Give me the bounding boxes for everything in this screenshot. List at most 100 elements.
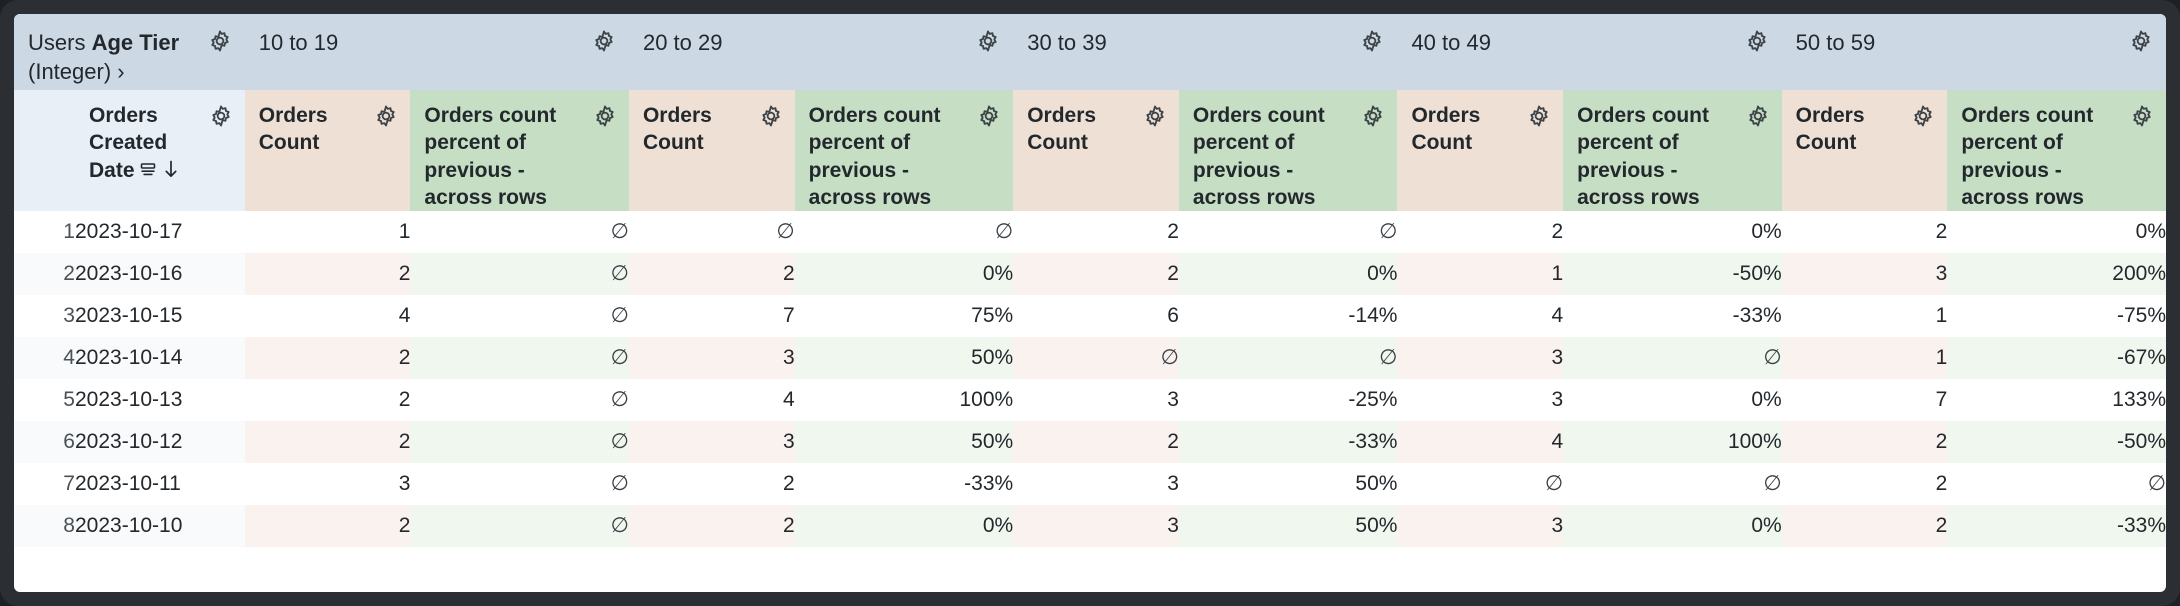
count-cell[interactable]: 2 xyxy=(1782,463,1948,505)
count-cell[interactable]: 2 xyxy=(1782,211,1948,253)
count-cell[interactable]: 2 xyxy=(1782,505,1948,547)
count-cell[interactable]: 2 xyxy=(1013,253,1179,295)
group-header-30-to-39[interactable]: 30 to 39 xyxy=(1013,14,1397,90)
percent-cell[interactable]: -50% xyxy=(1563,253,1782,295)
percent-cell[interactable]: 0% xyxy=(1563,505,1782,547)
percent-cell[interactable]: 50% xyxy=(795,421,1014,463)
percent-cell[interactable]: 0% xyxy=(1947,211,2166,253)
gear-icon[interactable] xyxy=(1526,103,1552,129)
percent-cell[interactable]: ∅ xyxy=(410,379,629,421)
percent-cell[interactable]: ∅ xyxy=(410,211,629,253)
percent-cell[interactable]: ∅ xyxy=(410,253,629,295)
row-date-cell[interactable]: 2023-10-10 xyxy=(75,505,245,547)
gear-icon[interactable] xyxy=(2128,28,2154,54)
measure-header-percent-40-to-49[interactable]: Orders count percent of previous - acros… xyxy=(1563,90,1782,211)
count-cell[interactable]: 2 xyxy=(1782,421,1948,463)
count-cell[interactable]: 6 xyxy=(1013,295,1179,337)
row-date-cell[interactable]: 2023-10-11 xyxy=(75,463,245,505)
count-cell[interactable]: 2 xyxy=(629,253,795,295)
group-header-10-to-19[interactable]: 10 to 19 xyxy=(245,14,629,90)
gear-icon[interactable] xyxy=(373,103,399,129)
gear-icon[interactable] xyxy=(758,103,784,129)
count-cell[interactable]: 3 xyxy=(629,421,795,463)
count-cell[interactable]: 4 xyxy=(629,379,795,421)
count-cell[interactable]: ∅ xyxy=(1013,337,1179,379)
percent-cell[interactable]: -25% xyxy=(1179,379,1398,421)
measure-header-percent-10-to-19[interactable]: Orders count percent of previous - acros… xyxy=(410,90,629,211)
measure-header-orders-count-20-to-29[interactable]: Orders Count xyxy=(629,90,795,211)
count-cell[interactable]: ∅ xyxy=(1397,463,1563,505)
gear-icon[interactable] xyxy=(207,28,233,54)
count-cell[interactable]: 1 xyxy=(1782,295,1948,337)
percent-cell[interactable]: ∅ xyxy=(410,337,629,379)
group-rows-icon[interactable] xyxy=(138,160,158,187)
count-cell[interactable]: 7 xyxy=(1782,379,1948,421)
percent-cell[interactable]: -14% xyxy=(1179,295,1398,337)
percent-cell[interactable]: ∅ xyxy=(1947,463,2166,505)
count-cell[interactable]: 3 xyxy=(1013,379,1179,421)
percent-cell[interactable]: ∅ xyxy=(795,211,1014,253)
count-cell[interactable]: 1 xyxy=(1782,337,1948,379)
percent-cell[interactable]: 100% xyxy=(1563,421,1782,463)
measure-header-orders-count-50-to-59[interactable]: Orders Count xyxy=(1782,90,1948,211)
percent-cell[interactable]: -33% xyxy=(795,463,1014,505)
count-cell[interactable]: 7 xyxy=(629,295,795,337)
count-cell[interactable]: ∅ xyxy=(629,211,795,253)
count-cell[interactable]: 3 xyxy=(1397,337,1563,379)
count-cell[interactable]: 3 xyxy=(1397,505,1563,547)
measure-header-orders-count-40-to-49[interactable]: Orders Count xyxy=(1397,90,1563,211)
percent-cell[interactable]: -33% xyxy=(1947,505,2166,547)
percent-cell[interactable]: -33% xyxy=(1179,421,1398,463)
percent-cell[interactable]: -50% xyxy=(1947,421,2166,463)
group-header-50-to-59[interactable]: 50 to 59 xyxy=(1782,14,2166,90)
percent-cell[interactable]: -75% xyxy=(1947,295,2166,337)
gear-icon[interactable] xyxy=(1745,103,1771,129)
count-cell[interactable]: 3 xyxy=(1013,463,1179,505)
percent-cell[interactable]: 50% xyxy=(1179,463,1398,505)
count-cell[interactable]: 4 xyxy=(1397,295,1563,337)
gear-icon[interactable] xyxy=(1359,28,1385,54)
gear-icon[interactable] xyxy=(2129,103,2155,129)
gear-icon[interactable] xyxy=(1360,103,1386,129)
percent-cell[interactable]: 0% xyxy=(1563,379,1782,421)
gear-icon[interactable] xyxy=(1142,103,1168,129)
count-cell[interactable]: 4 xyxy=(1397,421,1563,463)
group-header-40-to-49[interactable]: 40 to 49 xyxy=(1397,14,1781,90)
chevron-right-icon[interactable]: › xyxy=(117,59,124,84)
percent-cell[interactable]: 0% xyxy=(1563,211,1782,253)
count-cell[interactable]: 2 xyxy=(245,337,411,379)
count-cell[interactable]: 3 xyxy=(1782,253,1948,295)
percent-cell[interactable]: ∅ xyxy=(410,295,629,337)
row-date-cell[interactable]: 2023-10-14 xyxy=(75,337,245,379)
percent-cell[interactable]: 0% xyxy=(795,253,1014,295)
measure-header-orders-count-10-to-19[interactable]: Orders Count xyxy=(245,90,411,211)
percent-cell[interactable]: 0% xyxy=(1179,253,1398,295)
count-cell[interactable]: 3 xyxy=(1397,379,1563,421)
count-cell[interactable]: 2 xyxy=(245,505,411,547)
count-cell[interactable]: 2 xyxy=(245,253,411,295)
dimension-group-header[interactable]: Users Age Tier (Integer) › xyxy=(14,14,245,90)
count-cell[interactable]: 2 xyxy=(1397,211,1563,253)
gear-icon[interactable] xyxy=(1744,28,1770,54)
row-field-header-orders-created-date[interactable]: OrdersCreatedDate xyxy=(75,90,245,211)
count-cell[interactable]: 2 xyxy=(629,463,795,505)
percent-cell[interactable]: ∅ xyxy=(1563,463,1782,505)
percent-cell[interactable]: ∅ xyxy=(410,505,629,547)
row-date-cell[interactable]: 2023-10-12 xyxy=(75,421,245,463)
percent-cell[interactable]: 133% xyxy=(1947,379,2166,421)
group-header-20-to-29[interactable]: 20 to 29 xyxy=(629,14,1013,90)
count-cell[interactable]: 3 xyxy=(245,463,411,505)
percent-cell[interactable]: 75% xyxy=(795,295,1014,337)
measure-header-percent-50-to-59[interactable]: Orders count percent of previous - acros… xyxy=(1947,90,2166,211)
measure-header-orders-count-30-to-39[interactable]: Orders Count xyxy=(1013,90,1179,211)
gear-icon[interactable] xyxy=(1910,103,1936,129)
gear-icon[interactable] xyxy=(975,28,1001,54)
percent-cell[interactable]: 50% xyxy=(1179,505,1398,547)
gear-icon[interactable] xyxy=(976,103,1002,129)
percent-cell[interactable]: 50% xyxy=(795,337,1014,379)
row-date-cell[interactable]: 2023-10-13 xyxy=(75,379,245,421)
count-cell[interactable]: 1 xyxy=(1397,253,1563,295)
sort-descending-icon[interactable] xyxy=(161,158,181,187)
row-date-cell[interactable]: 2023-10-16 xyxy=(75,253,245,295)
count-cell[interactable]: 2 xyxy=(629,505,795,547)
